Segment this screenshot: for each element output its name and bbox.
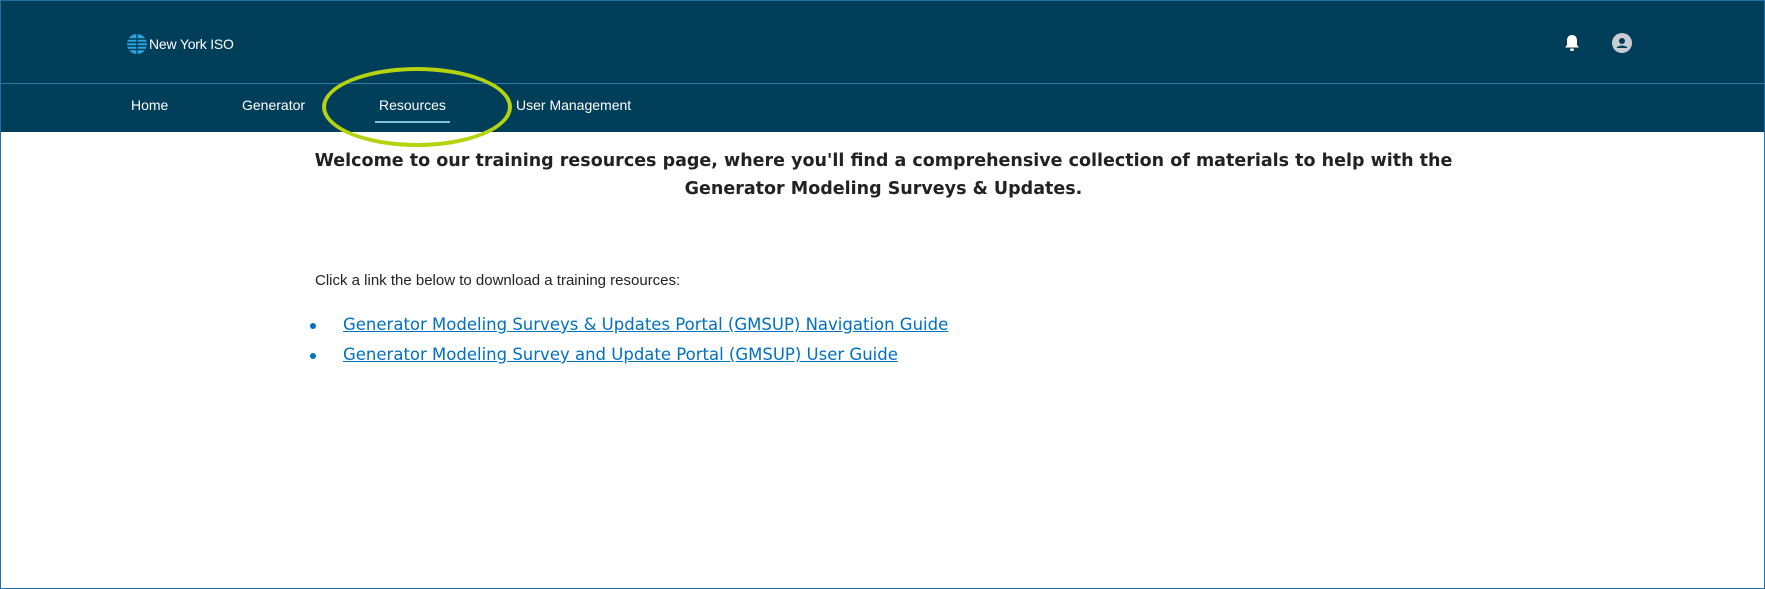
instructions-text: Click a link the below to download a tra… [315,272,681,289]
bullet-icon [310,323,316,329]
welcome-heading: Welcome to our training resources page, … [1,147,1764,203]
nav-item-user-management[interactable]: User Management [516,97,631,113]
welcome-line-1: Welcome to our training resources page, … [314,151,1453,171]
bell-icon[interactable] [1564,34,1580,52]
welcome-line-2: Generator Modeling Surveys & Updates. [684,179,1083,199]
user-guide-link[interactable]: Generator Modeling Survey and Update Por… [343,345,898,364]
site-logo[interactable]: New York ISO [126,33,234,55]
nav-item-generator[interactable]: Generator [242,97,305,113]
top-header-bar: New York ISO [1,1,1764,83]
globe-logo-icon [127,34,147,54]
user-avatar-icon[interactable] [1612,33,1632,53]
nav-item-resources[interactable]: Resources [375,97,450,123]
logo-text: New York ISO [149,36,234,52]
list-item: Generator Modeling Survey and Update Por… [310,340,948,370]
bullet-icon [310,353,316,359]
app-window: New York ISO Home Generator Resources Us… [0,0,1765,589]
resource-links-list: Generator Modeling Surveys & Updates Por… [310,310,948,370]
navigation-guide-link[interactable]: Generator Modeling Surveys & Updates Por… [343,315,948,334]
main-navigation: Home Generator Resources User Management [1,83,1764,132]
nav-item-home[interactable]: Home [131,97,168,113]
list-item: Generator Modeling Surveys & Updates Por… [310,310,948,340]
